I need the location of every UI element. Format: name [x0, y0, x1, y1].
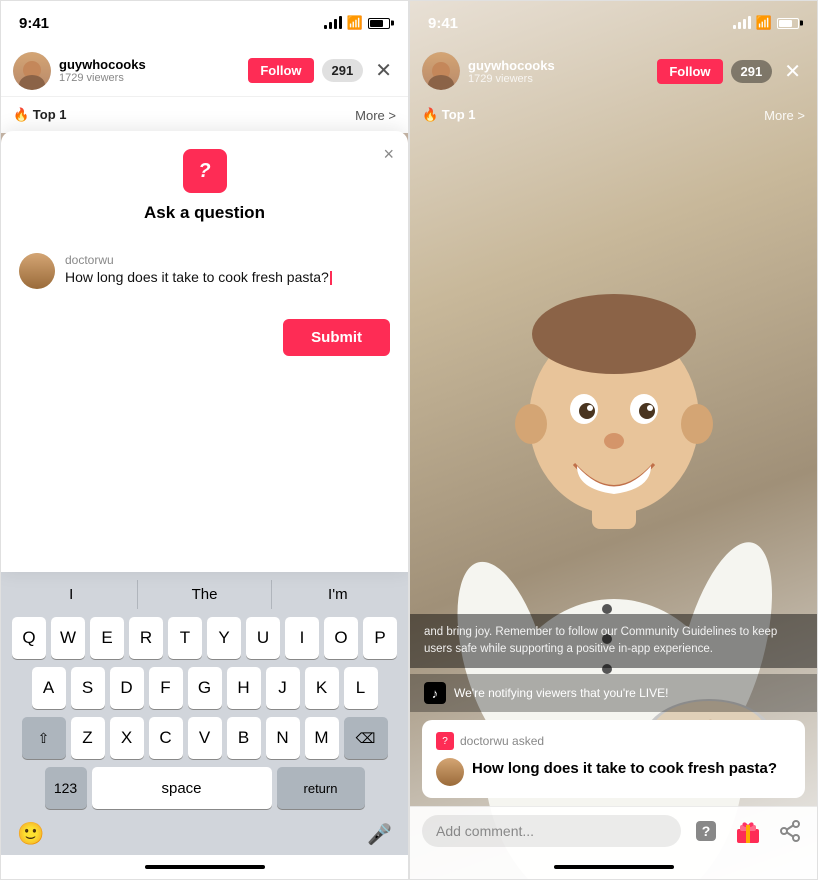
comment-bar: Add comment... ? — [410, 806, 817, 855]
key-d[interactable]: D — [110, 667, 144, 709]
signal-icon-right — [733, 17, 751, 29]
viewer-count-right: 291 — [731, 60, 773, 83]
modal-overlay: × ? Ask a question doctorwu How long doe… — [1, 1, 408, 879]
key-shift[interactable]: ⇧ — [22, 717, 66, 759]
question-content: doctorwu How long does it take to cook f… — [65, 253, 332, 285]
key-r[interactable]: R — [129, 617, 163, 659]
top-bar-right: 🔥 Top 1 More > — [410, 97, 817, 133]
keyboard: I The I'm Q W E R T Y U I O P A S D — [1, 572, 408, 855]
modal-icon: ? — [183, 149, 227, 193]
suggestion-i[interactable]: I — [5, 580, 138, 609]
keyboard-suggestions: I The I'm — [5, 580, 404, 609]
key-t[interactable]: T — [168, 617, 202, 659]
status-bar-right: 9:41 📶 — [410, 1, 817, 45]
question-text: How long does it take to cook fresh past… — [65, 269, 332, 285]
key-x[interactable]: X — [110, 717, 144, 759]
left-phone: 9:41 📶 guywhocooks 1729 viewers Follow 2… — [0, 0, 409, 880]
emoji-button[interactable]: 🙂 — [17, 821, 44, 847]
key-l[interactable]: L — [344, 667, 378, 709]
question-card-text: How long does it take to cook fresh past… — [472, 758, 777, 779]
username-right: guywhocooks — [468, 58, 649, 73]
keyboard-row-3: ⇧ Z X C V B N M ⌫ — [5, 717, 404, 759]
key-m[interactable]: M — [305, 717, 339, 759]
key-f[interactable]: F — [149, 667, 183, 709]
live-notification: ♪ We're notifying viewers that you're LI… — [410, 674, 817, 712]
submit-button[interactable]: Submit — [283, 319, 390, 356]
status-icons-right: 📶 — [733, 15, 799, 31]
home-bar-right — [554, 865, 674, 869]
key-a[interactable]: A — [32, 667, 66, 709]
key-g[interactable]: G — [188, 667, 222, 709]
key-e[interactable]: E — [90, 617, 124, 659]
key-s[interactable]: S — [71, 667, 105, 709]
question-row: doctorwu How long does it take to cook f… — [19, 243, 390, 299]
key-b[interactable]: B — [227, 717, 261, 759]
key-k[interactable]: K — [305, 667, 339, 709]
question-card-body: How long does it take to cook fresh past… — [436, 758, 791, 786]
key-n[interactable]: N — [266, 717, 300, 759]
live-notification-text: We're notifying viewers that you're LIVE… — [454, 686, 668, 700]
questioner-avatar — [19, 253, 55, 289]
question-card: ? doctorwu asked How long does it take t… — [422, 720, 805, 798]
share-action-button[interactable] — [775, 816, 805, 846]
key-z[interactable]: Z — [71, 717, 105, 759]
question-asker: doctorwu asked — [460, 734, 544, 748]
key-return[interactable]: return — [277, 767, 365, 809]
more-button-right[interactable]: More > — [764, 108, 805, 123]
ask-question-modal: × ? Ask a question doctorwu How long doe… — [1, 131, 408, 572]
suggestion-im[interactable]: I'm — [272, 580, 404, 609]
comment-input[interactable]: Add comment... — [422, 815, 681, 847]
key-j[interactable]: J — [266, 667, 300, 709]
question-card-avatar — [436, 758, 464, 786]
battery-icon-right — [777, 18, 799, 29]
key-p[interactable]: P — [363, 617, 397, 659]
tiktok-logo: ♪ — [424, 682, 446, 704]
user-info-right: guywhocooks 1729 viewers — [468, 58, 649, 85]
key-numbers[interactable]: 123 — [45, 767, 87, 809]
suggestion-the[interactable]: The — [138, 580, 271, 609]
header-bar-right: guywhocooks 1729 viewers Follow 291 ✕ — [410, 45, 817, 97]
question-card-icon: ? — [436, 732, 454, 750]
keyboard-row-4: 123 space return — [5, 767, 404, 809]
key-h[interactable]: H — [227, 667, 261, 709]
fire-top-badge-right: 🔥 Top 1 — [422, 107, 476, 123]
keyboard-row-2: A S D F G H J K L — [5, 667, 404, 709]
key-w[interactable]: W — [51, 617, 85, 659]
time-right: 9:41 — [428, 15, 458, 32]
submit-row: Submit — [19, 319, 390, 356]
keyboard-row-1: Q W E R T Y U I O P — [5, 617, 404, 659]
comment-actions: ? — [691, 816, 805, 846]
key-c[interactable]: C — [149, 717, 183, 759]
question-mark-icon: ? — [198, 160, 210, 183]
wifi-icon-right: 📶 — [756, 15, 772, 31]
right-phone: 9:41 📶 guywhocooks 1729 viewers Follow 2… — [409, 0, 818, 880]
key-i[interactable]: I — [285, 617, 319, 659]
avatar-right — [422, 52, 460, 90]
viewers-right: 1729 viewers — [468, 73, 649, 85]
key-q[interactable]: Q — [12, 617, 46, 659]
keyboard-bottom-row: 🙂 🎤 — [5, 817, 404, 851]
question-card-header: ? doctorwu asked — [436, 732, 791, 750]
key-o[interactable]: O — [324, 617, 358, 659]
key-v[interactable]: V — [188, 717, 222, 759]
svg-text:?: ? — [702, 823, 711, 839]
gift-action-button[interactable] — [733, 816, 763, 846]
follow-button-right[interactable]: Follow — [657, 59, 722, 84]
key-u[interactable]: U — [246, 617, 280, 659]
close-button-right[interactable]: ✕ — [780, 55, 805, 88]
modal-title: Ask a question — [19, 203, 390, 223]
home-indicator-right — [410, 855, 817, 879]
question-action-button[interactable]: ? — [691, 816, 721, 846]
community-notice: and bring joy. Remember to follow our Co… — [410, 614, 817, 669]
key-delete[interactable]: ⌫ — [344, 717, 388, 759]
home-bar-left — [145, 865, 265, 869]
home-indicator-left — [1, 855, 408, 879]
text-cursor — [330, 271, 332, 285]
microphone-button[interactable]: 🎤 — [367, 822, 392, 847]
modal-close-button[interactable]: × — [383, 145, 394, 163]
key-space[interactable]: space — [92, 767, 272, 809]
key-y[interactable]: Y — [207, 617, 241, 659]
questioner-username: doctorwu — [65, 253, 332, 267]
question-card-icon-symbol: ? — [442, 736, 448, 747]
